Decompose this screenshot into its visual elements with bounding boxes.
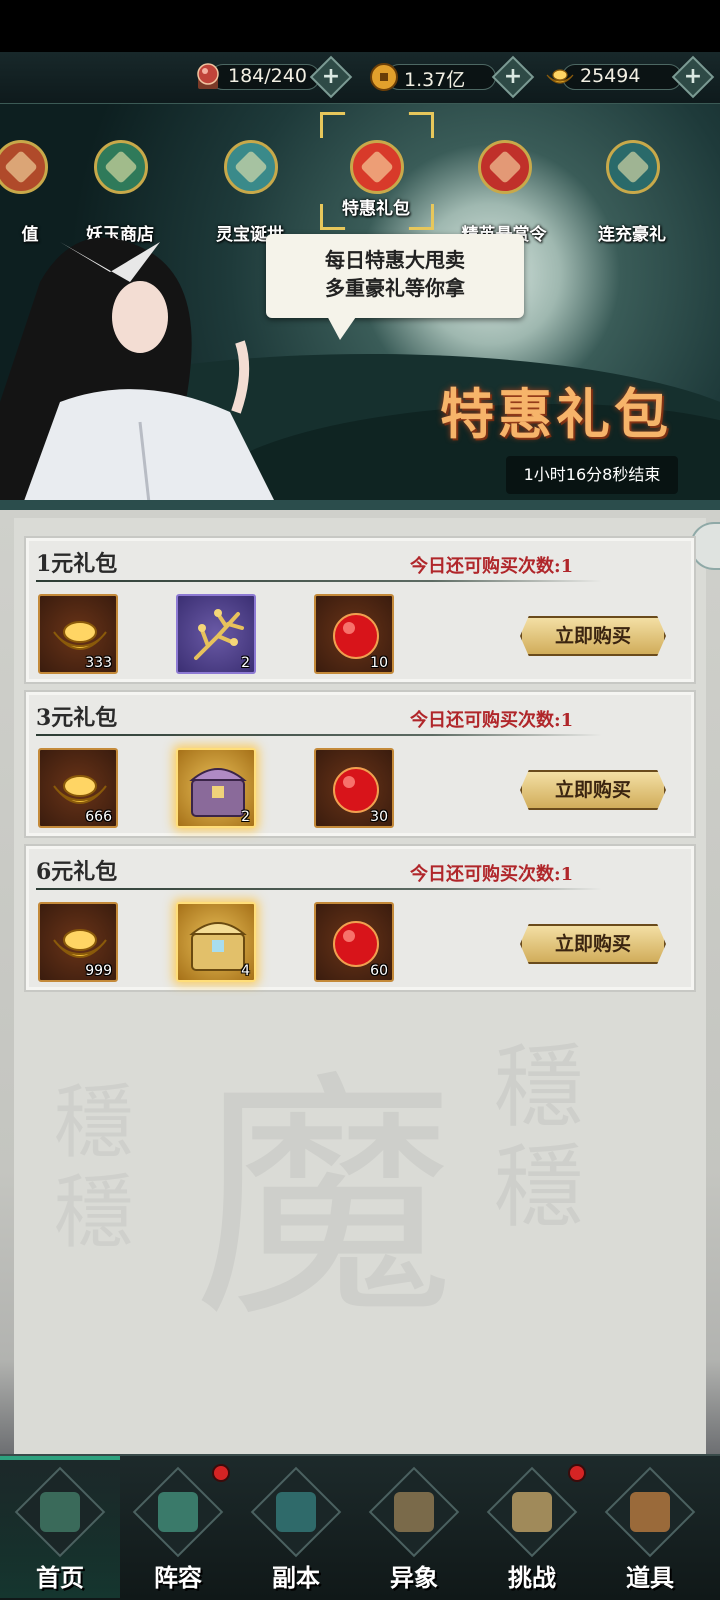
pack-divider: [36, 888, 602, 890]
nav-lineup[interactable]: 阵容: [118, 1464, 238, 1598]
reward-item[interactable]: 2: [176, 594, 256, 674]
tab-spirit-treasure[interactable]: 灵宝诞世: [190, 136, 310, 245]
banner-title: 特惠礼包: [440, 382, 672, 446]
add-stamina-button[interactable]: +: [309, 55, 353, 99]
item-quantity: 4: [241, 963, 250, 979]
item-quantity: 30: [370, 809, 388, 825]
bubble-line-2: 多重豪礼等你拿: [325, 276, 465, 300]
pack-name: 6元礼包: [36, 859, 118, 885]
tab-label: 特惠礼包: [342, 199, 410, 219]
reward-item[interactable]: 10: [314, 594, 394, 674]
gold-ingot-counter: 25494 +: [544, 55, 715, 99]
purchase-limit: 今日还可购买次数:1: [410, 864, 574, 885]
nav-label: 道具: [626, 1563, 674, 1592]
nav-dungeon[interactable]: 副本: [236, 1466, 356, 1598]
gold-ingot-icon: [546, 69, 574, 84]
home-pavilion-icon: [14, 1466, 106, 1558]
pack-divider: [36, 734, 602, 736]
pack-name: 3元礼包: [36, 705, 118, 731]
stamina-orb-icon: [197, 63, 219, 89]
nav-label: 首页: [36, 1563, 84, 1592]
purchase-limit: 今日还可购买次数:1: [410, 710, 574, 731]
reward-item[interactable]: 4: [176, 902, 256, 982]
pack-name: 1元礼包: [36, 551, 118, 577]
gold-ingot-value: 25494: [580, 65, 641, 87]
tab-continuous-recharge[interactable]: 连充豪礼: [572, 136, 692, 245]
plus-icon: +: [503, 64, 523, 89]
recharge-icon: [0, 140, 48, 194]
elite-bounty-icon: [478, 140, 532, 194]
notification-dot: [212, 1464, 230, 1482]
gift-pack-1: 1元礼包 今日还可购买次数:1 333 2 10 立即购买: [24, 536, 696, 684]
reward-item[interactable]: 666: [38, 748, 118, 828]
nav-items[interactable]: 道具: [590, 1466, 710, 1598]
bubble-line-1: 每日特惠大甩卖: [325, 248, 465, 272]
reward-item[interactable]: 333: [38, 594, 118, 674]
nav-home[interactable]: 首页: [0, 1456, 120, 1598]
countdown-timer: 1小时16分8秒结束: [506, 456, 678, 494]
gift-pack-3: 6元礼包 今日还可购买次数:1 999 4 60 立即购买: [24, 844, 696, 992]
buy-now-button[interactable]: 立即购买: [520, 616, 666, 656]
nav-label: 副本: [272, 1563, 320, 1592]
system-status-bar: [0, 0, 720, 52]
item-bag-icon: [604, 1466, 696, 1558]
reward-item[interactable]: 999: [38, 902, 118, 982]
reward-item[interactable]: 60: [314, 902, 394, 982]
notification-dot: [568, 1464, 586, 1482]
add-gold-button[interactable]: +: [671, 55, 715, 99]
nav-label: 挑战: [508, 1563, 556, 1592]
background-calligraphy: 魔: [194, 1050, 454, 1352]
tab-special-pack[interactable]: 特惠礼包: [316, 108, 436, 232]
background-calligraphy: 穩穩: [54, 1076, 134, 1259]
coin-counter: 1.37亿 +: [368, 55, 535, 99]
nav-anomaly[interactable]: 异象: [354, 1466, 474, 1598]
bottom-navigation: 首页 阵容 副本 异象 挑战 道具: [0, 1454, 720, 1600]
sword-dungeon-icon: [250, 1466, 342, 1558]
lineup-book-icon: [132, 1466, 224, 1558]
resource-bar: 184/240 + 1.37亿 + 25494 +: [0, 52, 720, 104]
add-coins-button[interactable]: +: [491, 55, 535, 99]
item-quantity: 333: [85, 655, 112, 671]
item-quantity: 2: [241, 655, 250, 671]
character-portrait: [0, 237, 279, 510]
buy-now-button[interactable]: 立即购买: [520, 924, 666, 964]
promo-banner: 值 妖玉商店 灵宝诞世 特惠礼包 精英悬赏令 连充豪礼 每日特惠大甩卖 多重豪礼…: [0, 104, 720, 510]
gift-box-icon: [350, 140, 404, 194]
item-quantity: 666: [85, 809, 112, 825]
plus-icon: +: [683, 64, 703, 89]
spirit-treasure-icon: [224, 140, 278, 194]
continuous-recharge-icon: [606, 140, 660, 194]
tab-elite-bounty[interactable]: 精英悬赏令: [444, 136, 564, 245]
coin-icon: [370, 63, 398, 91]
tab-label: 连充豪礼: [598, 225, 666, 245]
item-quantity: 60: [370, 963, 388, 979]
coin-value: 1.37亿: [404, 69, 466, 91]
nav-label: 异象: [390, 1563, 438, 1592]
banner-divider: [0, 500, 720, 510]
stamina-value: 184/240: [228, 65, 307, 87]
pack-divider: [36, 580, 602, 582]
speech-bubble: 每日特惠大甩卖 多重豪礼等你拿: [266, 234, 524, 340]
nav-challenge[interactable]: 挑战: [472, 1464, 592, 1598]
scroll-challenge-icon: [486, 1466, 578, 1558]
stamina-counter: 184/240 +: [192, 55, 354, 99]
gift-pack-2: 3元礼包 今日还可购买次数:1 666 2 30 立即购买: [24, 690, 696, 838]
item-quantity: 2: [241, 809, 250, 825]
jade-shop-icon: [94, 140, 148, 194]
reward-item[interactable]: 30: [314, 748, 394, 828]
background-calligraphy: 穩穩: [494, 1035, 584, 1240]
purchase-limit: 今日还可购买次数:1: [410, 556, 574, 577]
reward-item[interactable]: 2: [176, 748, 256, 828]
buy-now-button[interactable]: 立即购买: [520, 770, 666, 810]
nav-label: 阵容: [154, 1563, 202, 1592]
crossed-swords-icon: [368, 1466, 460, 1558]
item-quantity: 10: [370, 655, 388, 671]
tab-jade-shop[interactable]: 妖玉商店: [60, 136, 180, 245]
plus-icon: +: [321, 64, 341, 89]
item-quantity: 999: [85, 963, 112, 979]
